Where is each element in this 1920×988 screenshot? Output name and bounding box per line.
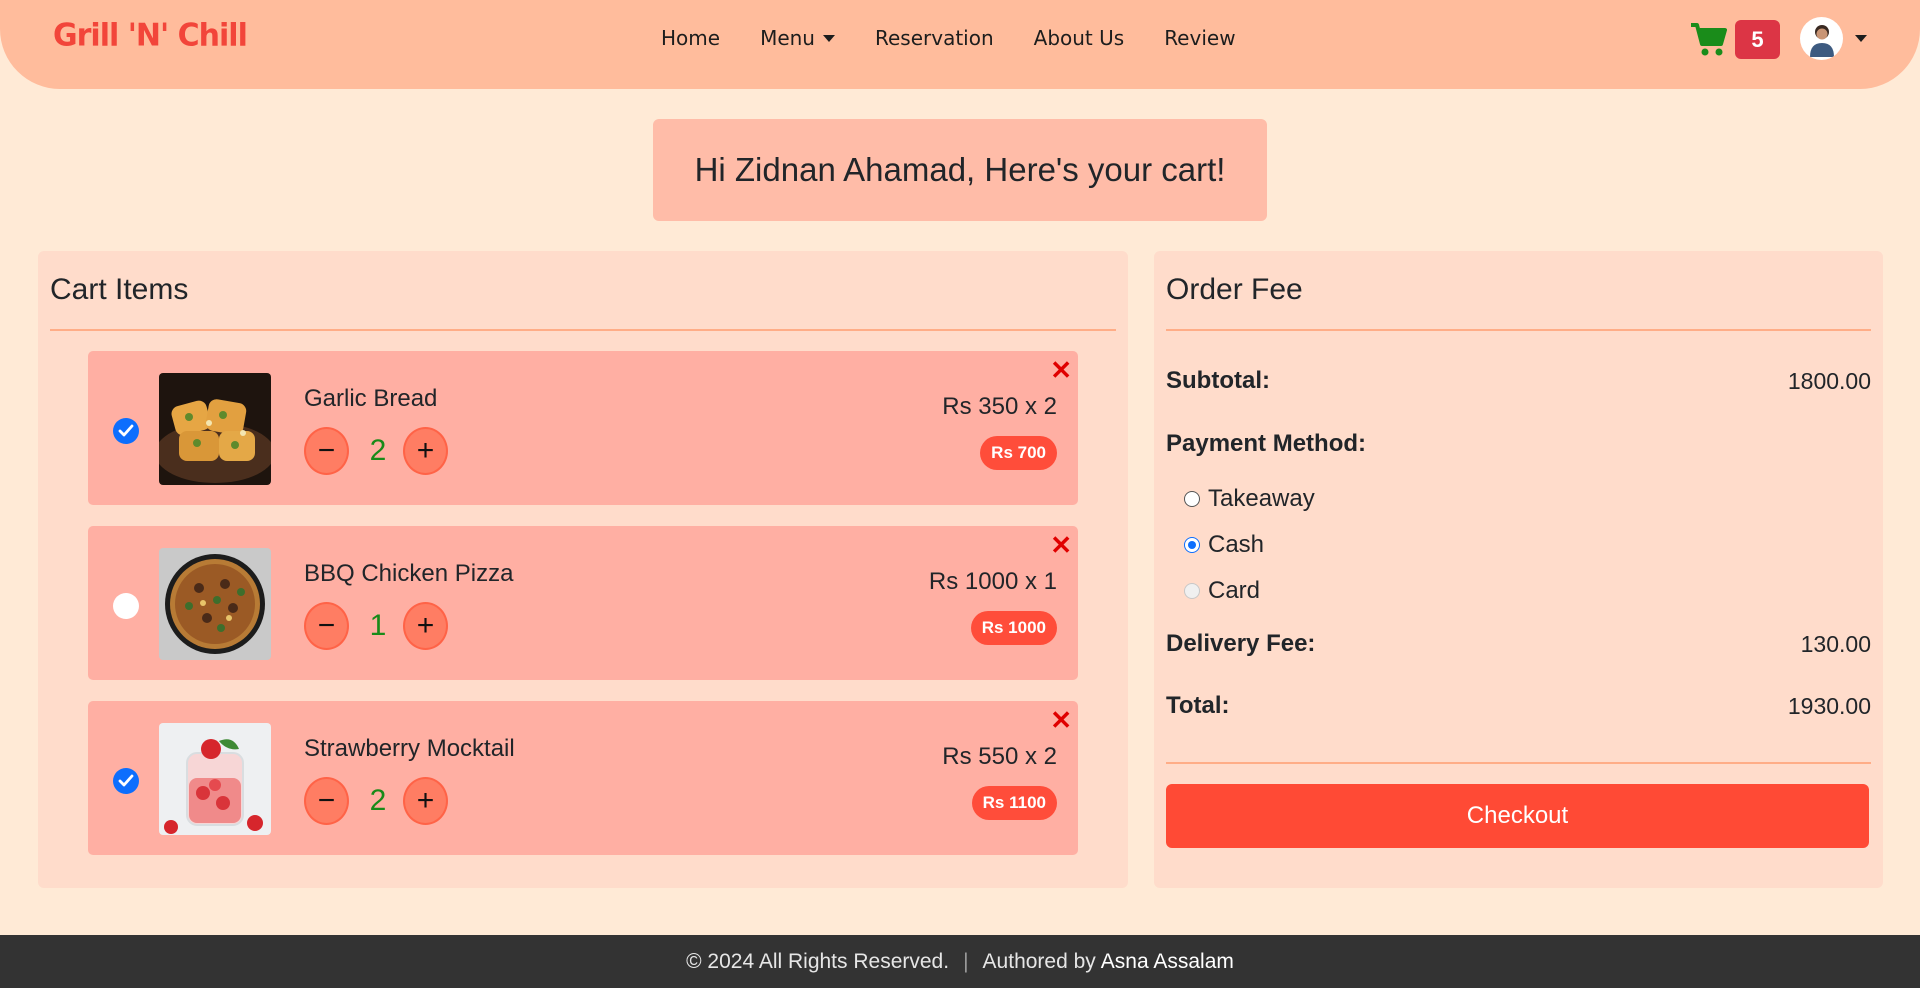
cart-items-panel: Cart Items Garlic Bread − 2 + Rs 350 x 2… <box>38 251 1128 888</box>
item-total-badge: Rs 1000 <box>970 611 1057 645</box>
remove-item-icon[interactable]: ✕ <box>1050 357 1072 383</box>
cart-icon <box>1691 22 1727 55</box>
check-icon <box>118 774 134 787</box>
increase-quantity-button[interactable]: + <box>403 602 448 650</box>
delivery-fee-label: Delivery Fee: <box>1166 630 1316 657</box>
mocktail-image <box>159 723 271 835</box>
cart-items-title: Cart Items <box>50 273 189 306</box>
item-name: Strawberry Mocktail <box>304 735 515 762</box>
divider <box>1166 762 1871 764</box>
nav-link-about-label: About Us <box>1033 26 1125 50</box>
remove-item-icon[interactable]: ✕ <box>1050 532 1072 558</box>
item-quantity: 2 <box>369 784 387 817</box>
payment-method-label: Payment Method: <box>1166 430 1367 457</box>
payment-option-label: Cash <box>1208 531 1265 558</box>
increase-quantity-button[interactable]: + <box>403 777 448 825</box>
brand-logo[interactable]: Grill 'N' Chill <box>53 17 248 54</box>
checkout-button[interactable]: Checkout <box>1166 784 1869 848</box>
pizza-image <box>159 548 271 660</box>
item-unit-price: Rs 350 x 2 <box>942 393 1057 420</box>
cart-item: BBQ Chicken Pizza − 1 + Rs 1000 x 1 Rs 1… <box>88 526 1078 680</box>
item-unit-price: Rs 550 x 2 <box>942 743 1057 770</box>
decrease-quantity-button[interactable]: − <box>304 777 349 825</box>
cart-item: Garlic Bread − 2 + Rs 350 x 2 Rs 700 ✕ <box>88 351 1078 505</box>
item-unit-price: Rs 1000 x 1 <box>928 568 1057 595</box>
footer: © 2024 All Rights Reserved. | Authored b… <box>0 935 1920 988</box>
divider <box>1166 329 1871 331</box>
payment-option-label: Takeaway <box>1208 485 1315 512</box>
nav-link-home-label: Home <box>661 26 721 50</box>
payment-option-cash[interactable]: Cash <box>1184 531 1264 559</box>
item-select-checkbox[interactable] <box>113 593 139 619</box>
item-total-badge: Rs 700 <box>980 436 1057 470</box>
payment-option-label: Card <box>1208 577 1261 604</box>
cart-button[interactable]: 5 <box>1690 20 1780 59</box>
nav-link-home[interactable]: Home <box>661 26 720 50</box>
item-total-badge: Rs 1100 <box>971 786 1057 820</box>
nav-link-review-label: Review <box>1164 26 1236 50</box>
delivery-fee-value: 130.00 <box>1800 631 1871 657</box>
user-menu[interactable] <box>1800 17 1867 60</box>
nav-link-about[interactable]: About Us <box>1034 26 1125 50</box>
garlic-bread-image <box>159 373 271 485</box>
user-avatar <box>1800 17 1843 60</box>
nav-link-reservation-label: Reservation <box>874 26 994 50</box>
subtotal-value: 1800.00 <box>1787 368 1871 394</box>
greeting-banner: Hi Zidnan Ahamad, Here's your cart! <box>653 119 1267 221</box>
footer-separator: | <box>963 949 969 973</box>
payment-option-card: Card <box>1184 577 1260 605</box>
copyright-text: © 2024 All Rights Reserved. <box>686 949 950 973</box>
item-quantity: 1 <box>369 609 387 642</box>
cart-item: Strawberry Mocktail − 2 + Rs 550 x 2 Rs … <box>88 701 1078 855</box>
chevron-down-icon <box>1855 35 1867 42</box>
chevron-down-icon <box>822 34 835 42</box>
total-label: Total: <box>1166 692 1230 719</box>
item-quantity: 2 <box>369 434 387 467</box>
nav-link-menu-label: Menu <box>760 26 815 50</box>
remove-item-icon[interactable]: ✕ <box>1050 707 1072 733</box>
authored-by-text: Authored by <box>982 949 1096 973</box>
item-select-checkbox[interactable] <box>113 768 139 794</box>
author-name: Asna Assalam <box>1100 949 1234 973</box>
nav-link-reservation[interactable]: Reservation <box>875 26 994 50</box>
nav-link-review[interactable]: Review <box>1164 26 1235 50</box>
item-name: Garlic Bread <box>304 385 438 412</box>
decrease-quantity-button[interactable]: − <box>304 427 349 475</box>
radio-button[interactable] <box>1184 491 1200 507</box>
check-icon <box>118 424 134 437</box>
order-fee-title: Order Fee <box>1166 273 1303 306</box>
divider <box>50 329 1116 331</box>
radio-button[interactable] <box>1184 537 1200 553</box>
increase-quantity-button[interactable]: + <box>403 427 448 475</box>
subtotal-label: Subtotal: <box>1166 367 1270 394</box>
item-select-checkbox[interactable] <box>113 418 139 444</box>
decrease-quantity-button[interactable]: − <box>304 602 349 650</box>
item-name: BBQ Chicken Pizza <box>304 560 514 587</box>
order-fee-panel: Order Fee Subtotal: 1800.00 Payment Meth… <box>1154 251 1883 888</box>
total-value: 1930.00 <box>1787 693 1871 719</box>
person-icon <box>1809 24 1834 57</box>
nav-link-menu[interactable]: Menu <box>760 26 835 50</box>
payment-option-takeaway[interactable]: Takeaway <box>1184 485 1315 513</box>
cart-count-badge: 5 <box>1735 20 1780 59</box>
navbar: Grill 'N' Chill Home Menu Reservation Ab… <box>0 0 1920 89</box>
radio-button <box>1184 583 1200 599</box>
nav-links: Home Menu Reservation About Us Review <box>661 26 1276 50</box>
